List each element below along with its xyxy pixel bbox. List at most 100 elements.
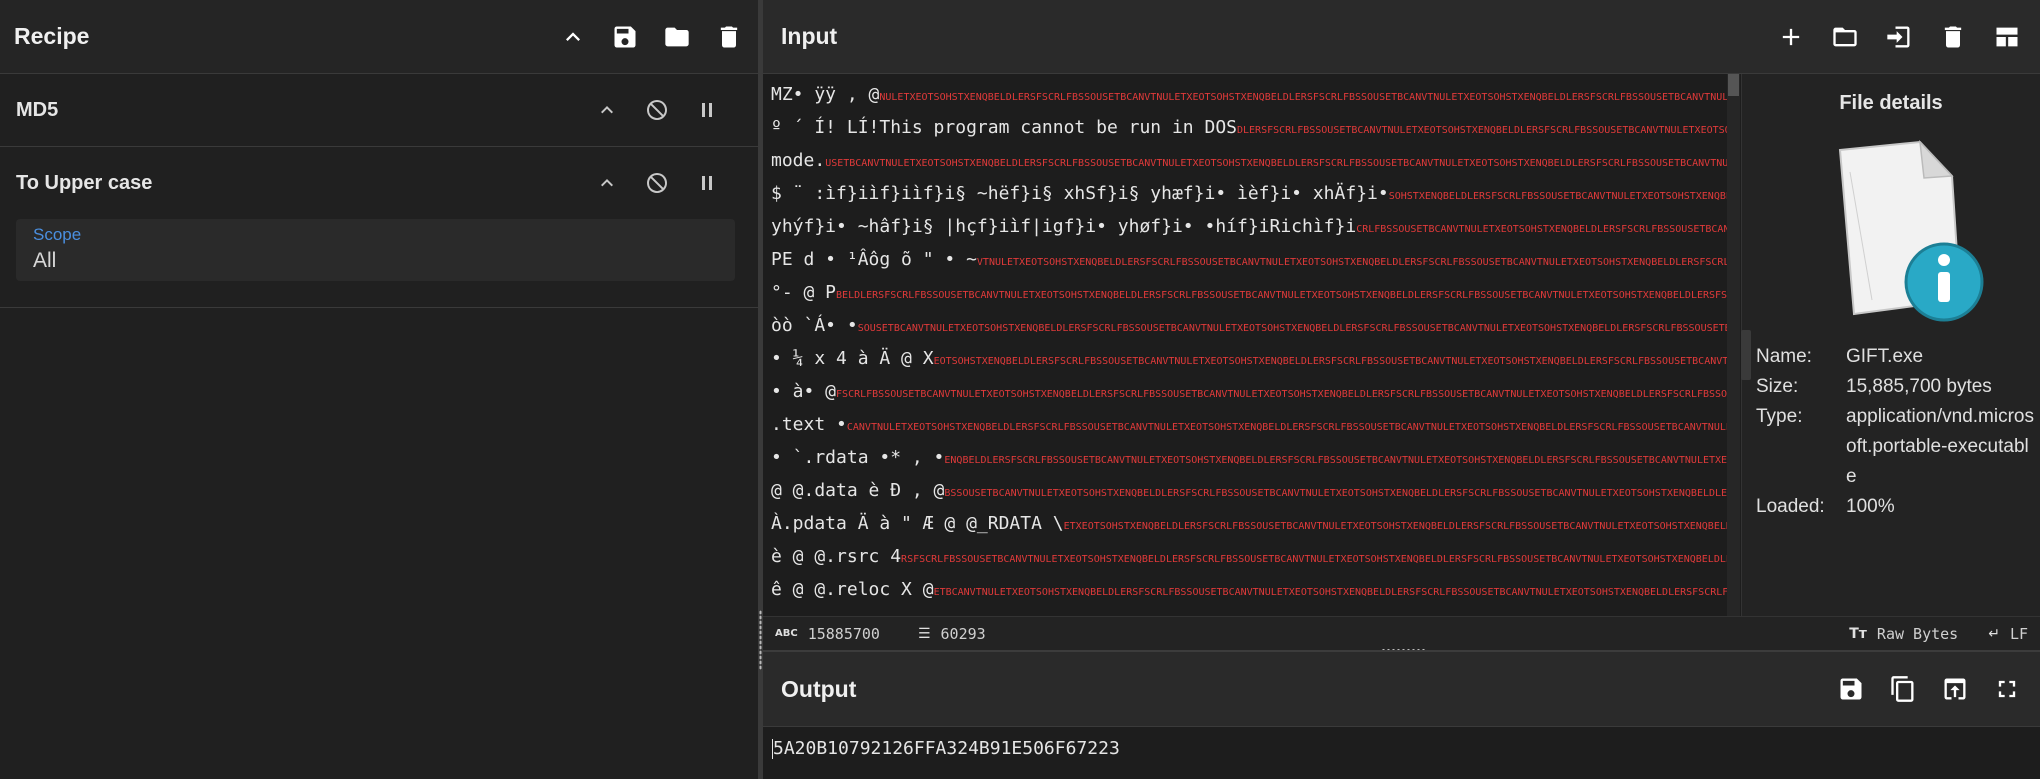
maximise-output-icon[interactable] xyxy=(1992,674,2022,704)
recipe-header: Recipe xyxy=(0,0,758,74)
input-text-line: PE d • ¹Âôg õ " • ~VTNULETXEOTSOHSTXENQB… xyxy=(771,245,1731,278)
input-text-line: • à• @FSCRLFBSSOUSETBCANVTNULETXEOTSOHST… xyxy=(771,377,1731,410)
input-text-line: yhýf}i• ~hâf}i§ |hçf}iìf|igf}i• yhøf}i• … xyxy=(771,212,1731,245)
input-text-line: è @ @.rsrc 4RSFSCRLFBSSOUSETBCANVTNULETX… xyxy=(771,542,1731,575)
operation-md5[interactable]: MD5 xyxy=(0,74,758,147)
recipe-pane: Recipe MD5 To Upper case Scope All xyxy=(0,0,758,779)
scope-select[interactable]: Scope All xyxy=(16,219,735,281)
pause-breakpoint-icon[interactable] xyxy=(692,95,722,125)
control-chars: CRLFBSSOUSETBCANVTNULETXEOTSOHSTXENQBELD… xyxy=(1356,224,1731,235)
chevron-up-icon[interactable] xyxy=(592,168,622,198)
open-folder-icon[interactable] xyxy=(1830,22,1860,52)
input-text-content: • `.rdata •* , • xyxy=(771,447,945,468)
text-encoding-icon: Tт xyxy=(1849,625,1867,642)
copy-output-icon[interactable] xyxy=(1888,674,1918,704)
operation-to-upper-case[interactable]: To Upper case Scope All xyxy=(0,147,758,308)
output-resize-grip[interactable] xyxy=(1381,648,1425,651)
input-text-content: mode. xyxy=(771,150,826,171)
lines-icon: ☰ xyxy=(917,625,931,642)
file-details-panel: File details Name: GIFT.exe Size: 15,885,7… xyxy=(1741,74,2040,616)
file-details-table: Name: GIFT.exe Size: 15,885,700 bytes Type… xyxy=(1756,342,2036,522)
save-output-icon[interactable] xyxy=(1836,674,1866,704)
input-text-content: @ @.data è Ð , @ xyxy=(771,480,945,501)
input-title: Input xyxy=(781,23,838,49)
disable-operation-icon[interactable] xyxy=(642,168,672,198)
input-text-content: • ¼ x 4 à Ä @ X xyxy=(771,348,934,369)
input-status-bar: ABC 15885700 ☰ 60293 Tт Raw Bytes ↵ LF xyxy=(763,616,2040,650)
input-text-content: yhýf}i• ~hâf}i§ |hçf}iìf|igf}i• yhøf}i• … xyxy=(771,216,1357,237)
input-text-line: .text •CANVTNULETXEOTSOHSTXENQBELDLERSFS… xyxy=(771,410,1731,443)
output-title: Output xyxy=(781,675,857,702)
output-hash: 5A20B10792126FFA324B91E506F67223 xyxy=(773,738,1120,759)
scope-value: All xyxy=(33,249,57,272)
input-text-content: MZ• ÿÿ , @ xyxy=(771,84,880,105)
control-chars: RSFSCRLFBSSOUSETBCANVTNULETXEOTSOHSTXENQ… xyxy=(901,554,1731,565)
scrollbar-thumb[interactable] xyxy=(1728,74,1739,96)
resize-grip[interactable] xyxy=(759,610,762,670)
collapse-file-details-handle[interactable] xyxy=(1741,330,1751,380)
input-text-content: • à• @ xyxy=(771,381,837,402)
input-text-line: • ¼ x 4 à Ä @ XEOTSOHSTXENQBELDLERSFSCRL… xyxy=(771,344,1731,377)
type-label: Type: xyxy=(1756,406,1803,427)
file-details-title: File details xyxy=(1839,92,1943,114)
collapse-chevron-up-icon[interactable] xyxy=(558,22,588,52)
input-text-content: À.pdata Ä à " Æ @ @_RDATA \ xyxy=(771,513,1064,534)
loaded-value: 100% xyxy=(1846,496,1895,517)
input-text-line: º ´ Í! LÍ!This program cannot be run in … xyxy=(771,113,1731,146)
input-text-line: °- @ PBELDLERSFSCRLFBSSOUSETBCANVTNULETX… xyxy=(771,278,1731,311)
name-value: GIFT.exe xyxy=(1846,346,1924,367)
input-lines: 60293 xyxy=(940,624,986,643)
output-textarea[interactable]: 5A20B10792126FFA324B91E506F67223 xyxy=(772,738,1120,759)
eol-selector[interactable]: ↵ LF xyxy=(1988,625,2028,643)
output-header: Output xyxy=(763,652,2040,727)
input-text-line: @ @.data è Ð , @BSSOUSETBCANVTNULETXEOTS… xyxy=(771,476,1731,509)
control-chars: ETXEOTSOHSTXENQBELDLERSFSCRLFBSSOUSETBCA… xyxy=(1063,521,1731,532)
input-text-content: º ´ Í! LÍ!This program cannot be run in … xyxy=(771,117,1237,138)
clear-recipe-trash-icon[interactable] xyxy=(714,22,744,52)
input-body: MZ• ÿÿ , @NULETXEOTSOHSTXENQBELDLERSFSCR… xyxy=(763,74,2040,616)
pause-breakpoint-icon[interactable] xyxy=(692,168,722,198)
output-pane: Output 5A20B10792126FFA324B91E506F67223 xyxy=(763,648,2040,779)
input-textarea[interactable]: MZ• ÿÿ , @NULETXEOTSOHSTXENQBELDLERSFSCR… xyxy=(771,80,1731,610)
input-text-content: °- @ P xyxy=(771,282,837,303)
clear-input-trash-icon[interactable] xyxy=(1938,22,1968,52)
replace-input-with-output-icon[interactable] xyxy=(1940,674,1970,704)
control-chars: BSSOUSETBCANVTNULETXEOTSOHSTXENQBELDLERS… xyxy=(944,488,1731,499)
loaded-label: Loaded: xyxy=(1756,496,1825,517)
file-info-icon xyxy=(1838,139,1984,322)
control-chars: SOUSETBCANVTNULETXEOTSOHSTXENQBELDLERSFS… xyxy=(857,323,1731,334)
input-text-line: @ BSTXENQBELDLERSFSCRLFBSSOUSETBCANVTNUL… xyxy=(771,608,1731,610)
chevron-up-icon[interactable] xyxy=(592,95,622,125)
encoding-selector[interactable]: Tт Raw Bytes xyxy=(1849,625,1958,643)
input-scrollbar[interactable] xyxy=(1727,74,1740,616)
control-chars: BELDLERSFSCRLFBSSOUSETBCANVTNULETXEOTSOH… xyxy=(836,290,1731,301)
input-text-content: .text • xyxy=(771,414,847,435)
input-header: Input xyxy=(763,0,2040,74)
return-arrow-icon: ↵ xyxy=(1988,625,2000,642)
control-chars: FSCRLFBSSOUSETBCANVTNULETXEOTSOHSTXENQBE… xyxy=(836,389,1731,400)
load-recipe-folder-icon[interactable] xyxy=(662,22,692,52)
scope-label: Scope xyxy=(33,225,82,244)
size-label: Size: xyxy=(1756,376,1799,397)
operation-name: To Upper case xyxy=(16,171,153,194)
save-recipe-icon[interactable] xyxy=(610,22,640,52)
control-chars: USETBCANVTNULETXEOTSOHSTXENQBELDLERSFSCR… xyxy=(825,158,1731,169)
control-chars: EOTSOHSTXENQBELDLERSFSCRLFBSSOUSETBCANVT… xyxy=(933,356,1731,367)
reset-layout-icon[interactable] xyxy=(1992,22,2022,52)
open-file-input-icon[interactable] xyxy=(1884,22,1914,52)
eol-value: LF xyxy=(2009,624,2028,643)
length-indicator: ABC 15885700 xyxy=(775,625,880,643)
type-value: application/vnd.microsoft.portable-execu… xyxy=(1846,406,2034,487)
name-label: Name: xyxy=(1756,346,1812,367)
operation-name: MD5 xyxy=(16,98,59,121)
disable-operation-icon[interactable] xyxy=(642,95,672,125)
control-chars: ENQBELDLERSFSCRLFBSSOUSETBCANVTNULETXEOT… xyxy=(944,455,1731,466)
input-pane: Input MZ• ÿÿ , @NULETXEOTSOHSTXENQBELDLE… xyxy=(763,0,2040,650)
input-text-line: À.pdata Ä à " Æ @ @_RDATA \ETXEOTSOHSTXE… xyxy=(771,509,1731,542)
add-tab-plus-icon[interactable] xyxy=(1776,22,1806,52)
input-text-content: PE d • ¹Âôg õ " • ~ xyxy=(771,249,977,270)
input-text-line: òò `Á• •SOUSETBCANVTNULETXEOTSOHSTXENQBE… xyxy=(771,311,1731,344)
input-text-line: mode.USETBCANVTNULETXEOTSOHSTXENQBELDLER… xyxy=(771,146,1731,179)
control-chars: CANVTNULETXEOTSOHSTXENQBELDLERSFSCRLFBSS… xyxy=(846,422,1731,433)
input-text-content: è @ @.rsrc 4 xyxy=(771,546,902,567)
